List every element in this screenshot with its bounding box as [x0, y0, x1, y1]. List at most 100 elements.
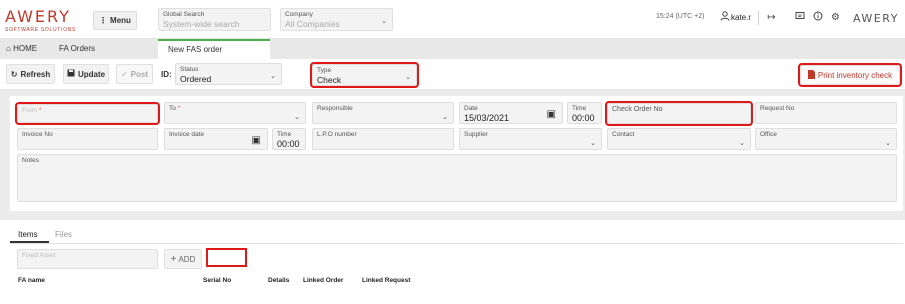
- refresh-button-label: Refresh: [20, 69, 51, 79]
- supplier-label: Supplier: [464, 131, 488, 138]
- supplier-select[interactable]: Supplier ⌄: [459, 128, 602, 150]
- logout-icon[interactable]: ↦: [765, 11, 778, 24]
- date-field[interactable]: Date 15/03/2021 ▣: [459, 102, 563, 124]
- invoice-time-label: Time: [277, 131, 292, 138]
- responsible-label: Responsible: [317, 105, 353, 112]
- username[interactable]: kate.r: [731, 13, 751, 22]
- company-select[interactable]: Company All Companies ⌄: [280, 8, 393, 31]
- status-value: Ordered: [180, 74, 212, 84]
- chevron-down-icon: ⌄: [381, 18, 387, 25]
- chevron-down-icon: ⌄: [885, 140, 891, 147]
- tab-items[interactable]: Items: [18, 230, 38, 239]
- calendar-icon[interactable]: ▣: [547, 109, 556, 120]
- type-label: Type: [317, 67, 332, 74]
- top-header: AWERY SOFTWARE SOLUTIONS ⋮ Menu Global S…: [0, 0, 905, 39]
- company-label: Company: [285, 11, 313, 18]
- invoice-date-label: Invoice date: [169, 131, 205, 138]
- refresh-button[interactable]: ↻ Refresh: [6, 64, 55, 84]
- tab-fa-orders-label: FA Orders: [59, 44, 96, 53]
- to-label: To: [169, 105, 176, 112]
- tab-new-fas-order[interactable]: New FAS order: [158, 39, 270, 59]
- tab-home[interactable]: ⌂ HOME: [6, 39, 37, 59]
- menu-button[interactable]: ⋮ Menu: [93, 11, 137, 30]
- global-search-input[interactable]: System-wide search: [163, 19, 266, 29]
- notes-label: Notes: [22, 157, 39, 164]
- request-no-label: Request No: [760, 105, 795, 112]
- status-select[interactable]: Status Ordered ⌄: [175, 63, 282, 85]
- menu-button-label: Menu: [110, 16, 131, 25]
- invoice-date-field[interactable]: Invoice date ▣: [164, 128, 268, 150]
- tab-fa-orders[interactable]: FA Orders: [59, 39, 95, 59]
- user-icon[interactable]: [718, 11, 731, 24]
- time-value[interactable]: 00:00: [572, 113, 597, 123]
- save-icon: [67, 69, 75, 79]
- office-select[interactable]: Office ⌄: [755, 128, 897, 150]
- refresh-icon: ↻: [10, 69, 18, 79]
- post-button-label: Post: [130, 69, 149, 79]
- check-icon: ✓: [120, 69, 128, 79]
- time-field[interactable]: Time 00:00: [567, 102, 602, 124]
- awery-logo-subtitle: SOFTWARE SOLUTIONS: [5, 27, 77, 33]
- type-select[interactable]: Type Check ⌄: [310, 62, 419, 88]
- global-search-label: Global Search: [163, 11, 205, 18]
- awery-brand-right: AWERY: [853, 12, 899, 25]
- from-label: From: [22, 107, 38, 114]
- column-header-fa-name[interactable]: FA name: [18, 277, 45, 284]
- column-header-linked-order[interactable]: Linked Order: [303, 277, 343, 284]
- add-asset-button[interactable]: + ADD: [164, 249, 202, 269]
- chevron-down-icon: ⌄: [590, 140, 596, 147]
- column-header-serial-no[interactable]: Serial No: [203, 277, 231, 284]
- print-inventory-check-button[interactable]: Print inventory check: [798, 63, 902, 87]
- gear-icon[interactable]: ⚙: [829, 11, 842, 24]
- section-divider: [0, 214, 905, 220]
- tab-bar: ⌂ HOME FA Orders New FAS order: [0, 39, 905, 59]
- column-header-details[interactable]: Details: [268, 277, 289, 284]
- info-icon[interactable]: [811, 11, 824, 24]
- request-no-field[interactable]: Request No: [755, 102, 897, 124]
- highlighted-empty-box[interactable]: [206, 248, 247, 267]
- awery-logo: AWERY: [5, 7, 71, 26]
- global-search-field[interactable]: Global Search System-wide search: [158, 8, 271, 31]
- clock-display: 15:24 (UTC +2): [656, 13, 705, 20]
- invoice-time-value[interactable]: 00:00: [277, 139, 301, 149]
- to-select[interactable]: To * ⌄: [164, 102, 306, 124]
- vertical-dots-icon: ⋮: [99, 16, 108, 25]
- responsible-select[interactable]: Responsible ⌄: [312, 102, 454, 124]
- add-button-label: ADD: [178, 254, 196, 264]
- messages-icon[interactable]: [793, 11, 806, 24]
- invoice-time-field[interactable]: Time 00:00: [272, 128, 306, 150]
- toolbar: ↻ Refresh Update ✓ Post ID: Status Order…: [0, 59, 905, 90]
- company-value: All Companies: [285, 19, 340, 29]
- chevron-down-icon: ⌄: [270, 73, 276, 80]
- from-field[interactable]: From *: [15, 102, 160, 125]
- tab-files[interactable]: Files: [55, 230, 72, 239]
- contact-select[interactable]: Contact ⌄: [607, 128, 751, 150]
- lpo-number-field[interactable]: L.P.O number: [312, 128, 454, 150]
- status-label: Status: [180, 66, 199, 73]
- date-label: Date: [464, 105, 478, 112]
- invoice-no-field[interactable]: Invoice No: [17, 128, 158, 150]
- date-value[interactable]: 15/03/2021: [464, 113, 558, 123]
- tab-home-label: HOME: [13, 44, 38, 53]
- notes-textarea[interactable]: Notes: [17, 154, 897, 202]
- check-order-no-label: Check Order No: [612, 106, 663, 113]
- chevron-down-icon: ⌄: [294, 114, 300, 121]
- chevron-down-icon: ⌄: [405, 74, 411, 81]
- fixed-asset-placeholder: Fixed Asset: [22, 252, 56, 259]
- lpo-number-label: L.P.O number: [317, 131, 357, 138]
- print-button-label: Print inventory check: [817, 70, 893, 80]
- header-divider: [758, 11, 759, 25]
- contact-label: Contact: [612, 131, 635, 138]
- update-button[interactable]: Update: [63, 64, 109, 84]
- calendar-icon[interactable]: ▣: [252, 135, 261, 146]
- home-icon: ⌂: [6, 44, 11, 53]
- pdf-icon: [807, 69, 815, 81]
- items-tabs-divider: [10, 243, 903, 244]
- check-order-no-field[interactable]: Check Order No: [605, 101, 753, 126]
- required-mark: *: [38, 107, 42, 114]
- post-button[interactable]: ✓ Post: [116, 64, 153, 84]
- id-label: ID:: [161, 70, 172, 79]
- chevron-down-icon: ⌄: [442, 114, 448, 121]
- fixed-asset-input[interactable]: Fixed Asset: [17, 249, 158, 269]
- column-header-linked-request[interactable]: Linked Request: [362, 277, 410, 284]
